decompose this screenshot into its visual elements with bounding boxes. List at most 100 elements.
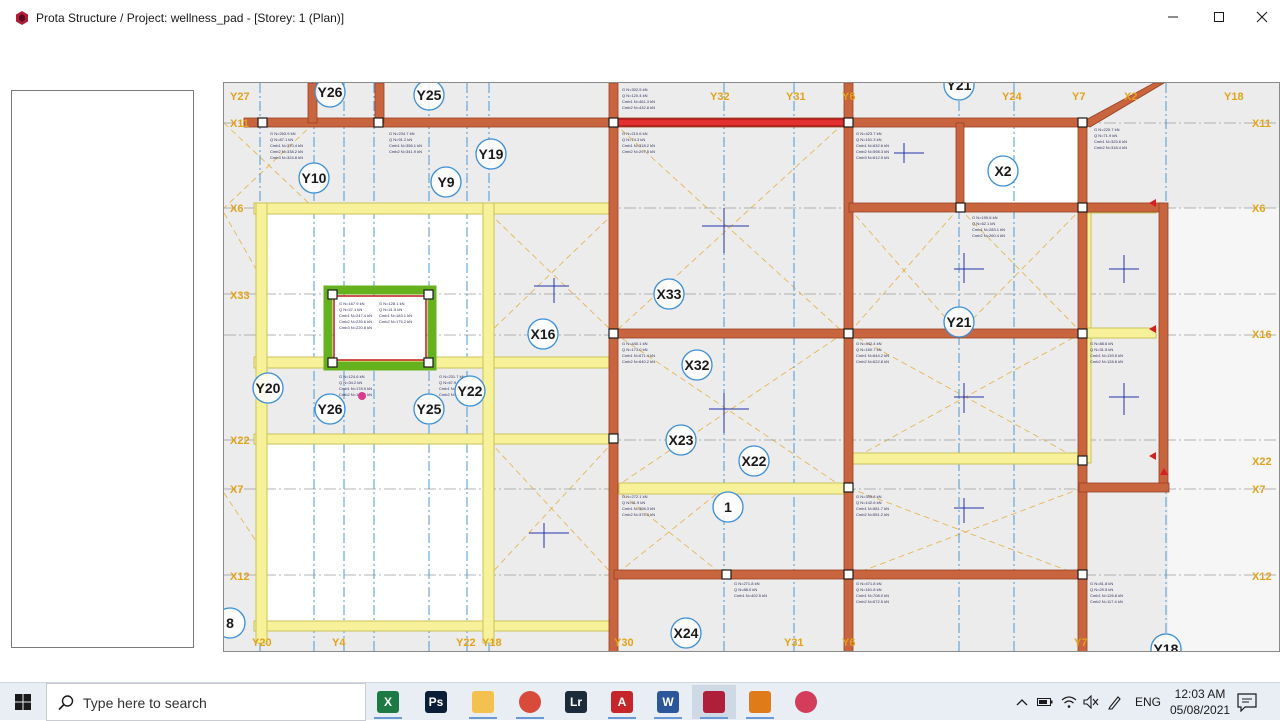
grid-label-left: X22: [230, 435, 250, 447]
taskbar-app-file-explorer[interactable]: [461, 685, 505, 719]
column-marker-label: Y22: [458, 383, 483, 399]
taskbar-app-photoshop[interactable]: Ps: [414, 685, 458, 719]
taskbar-app-hexagon-app[interactable]: [738, 685, 782, 719]
grid-label-right: X22: [1252, 456, 1272, 468]
svg-text:Cmb2 N=640.2 kN: Cmb2 N=640.2 kN: [622, 359, 655, 364]
column-marker[interactable]: X16: [527, 318, 559, 350]
svg-text:G N=81.8 kN: G N=81.8 kN: [1090, 581, 1113, 586]
grid-label-top: Y7: [1072, 91, 1085, 103]
word-icon: W: [657, 691, 679, 713]
svg-text:Cmb2 N=672.5 kN: Cmb2 N=672.5 kN: [856, 599, 889, 604]
svg-text:Cmb1 N=247.4 kN: Cmb1 N=247.4 kN: [339, 313, 372, 318]
column-marker[interactable]: Y20: [252, 372, 284, 404]
svg-text:Cmb2 N=432.8 kN: Cmb2 N=432.8 kN: [622, 105, 655, 110]
tray-overflow-button[interactable]: [1012, 683, 1032, 721]
column-marker[interactable]: Y19: [475, 138, 507, 170]
svg-text:Cmb1 N=461.3 kN: Cmb1 N=461.3 kN: [622, 99, 655, 104]
language-indicator[interactable]: ENG: [1134, 683, 1162, 721]
column-marker[interactable]: Y21: [943, 306, 975, 338]
svg-text:Cmb1 N=126.8 kN: Cmb1 N=126.8 kN: [1090, 593, 1123, 598]
svg-text:Cmb2 N=260.4 kN: Cmb2 N=260.4 kN: [972, 233, 1005, 238]
start-button[interactable]: [0, 683, 46, 721]
taskbar-app-word[interactable]: W: [646, 685, 690, 719]
battery-button[interactable]: [1034, 683, 1056, 721]
grid-label-top: Y31: [786, 91, 806, 103]
running-indicator: [700, 717, 728, 719]
column-marker[interactable]: Y10: [298, 162, 330, 194]
svg-text:G N=263.9 kN: G N=263.9 kN: [270, 131, 296, 136]
svg-text:Q N=29.5 kN: Q N=29.5 kN: [1090, 587, 1113, 592]
side-panel[interactable]: [11, 90, 194, 648]
column-marker-label: Y9: [437, 174, 454, 190]
column-marker[interactable]: Y25: [413, 83, 445, 111]
svg-text:Q N=87.1 kN: Q N=87.1 kN: [270, 137, 293, 142]
notification-icon[interactable]: [1236, 692, 1258, 712]
taskbar-app-image-app[interactable]: [784, 685, 828, 719]
structural-plan-drawing[interactable]: G N=263.9 kNQ N=87.1 kNCmb1 N=370.4 kNCm…: [224, 83, 1280, 652]
svg-text:Q N=47.1 kN: Q N=47.1 kN: [339, 307, 362, 312]
svg-text:G N=210.6 kN: G N=210.6 kN: [622, 131, 648, 136]
search-box[interactable]: Type here to search: [46, 683, 366, 721]
maximize-button[interactable]: [1196, 0, 1242, 34]
column-marker[interactable]: X24: [670, 617, 702, 649]
prota-structure-icon: [16, 11, 28, 25]
column-marker[interactable]: X2: [987, 155, 1019, 187]
column-marker[interactable]: Y26: [314, 83, 346, 108]
running-indicator: [746, 717, 774, 719]
svg-text:Cmb1 N=325.6 kN: Cmb1 N=325.6 kN: [1094, 139, 1127, 144]
grid-label-top: Y18: [1224, 91, 1244, 103]
grid-label-right: X16: [1252, 329, 1272, 341]
svg-text:G N=272.1 kN: G N=272.1 kN: [622, 494, 648, 499]
title-bar[interactable]: Prota Structure / Project: wellness_pad …: [0, 0, 1280, 36]
taskbar-app-lightroom[interactable]: Lr: [554, 685, 598, 719]
column-marker[interactable]: Y9: [430, 166, 462, 198]
volume-button[interactable]: [1080, 683, 1102, 721]
svg-text:Q N=91.2 kN: Q N=91.2 kN: [389, 137, 412, 142]
svg-text:Q N=62.1 kN: Q N=62.1 kN: [972, 221, 995, 226]
windows-icon: [15, 694, 31, 710]
column-marker-label: Y19: [479, 146, 504, 162]
grid-label-top: Y6: [842, 91, 855, 103]
svg-text:G N=234.7 kN: G N=234.7 kN: [389, 131, 415, 136]
svg-text:G N=395.8 kN: G N=395.8 kN: [856, 494, 882, 499]
column-marker[interactable]: X23: [665, 424, 697, 456]
svg-text:Q N=151.3 kN: Q N=151.3 kN: [856, 137, 882, 142]
taskbar-app-chrome[interactable]: [508, 685, 552, 719]
clock-time: 12:03 AM: [1174, 687, 1226, 701]
column-marker[interactable]: X33: [653, 278, 685, 310]
minimize-button[interactable]: [1150, 0, 1196, 34]
grid-label-top: Y27: [230, 91, 250, 103]
plan-canvas[interactable]: G N=263.9 kN Q N=87.1 kN Cmb1 N=370.4 kN Cm…: [223, 82, 1280, 652]
svg-text:Cmb1 N=632.6 kN: Cmb1 N=632.6 kN: [856, 143, 889, 148]
svg-text:Q N=41.5 kN: Q N=41.5 kN: [379, 307, 402, 312]
lightroom-icon: Lr: [565, 691, 587, 713]
column-marker[interactable]: 1: [712, 491, 744, 523]
column-marker[interactable]: X32: [681, 349, 713, 381]
svg-text:G N=423.7 kN: G N=423.7 kN: [856, 131, 882, 136]
taskbar-app-autocad[interactable]: A: [600, 685, 644, 719]
prota-structure-window: Prota Structure / Project: wellness_pad …: [0, 0, 1280, 682]
column-marker[interactable]: Y25: [413, 393, 445, 425]
column-marker[interactable]: X22: [738, 445, 770, 477]
svg-text:Cmb1 N=644.2 kN: Cmb1 N=644.2 kN: [856, 353, 889, 358]
close-button[interactable]: [1239, 0, 1280, 34]
clock[interactable]: 12:03 AM 05/08/2021: [1170, 686, 1230, 718]
column-marker-label: Y25: [417, 87, 442, 103]
taskbar-app-prota-structure[interactable]: [692, 685, 736, 719]
taskbar-app-excel[interactable]: X: [366, 685, 410, 719]
column-marker-label: 1: [724, 499, 732, 515]
search-placeholder: Type here to search: [83, 695, 207, 711]
column-marker[interactable]: Y26: [314, 393, 346, 425]
pen-button[interactable]: [1104, 683, 1126, 721]
svg-text:Q N=34.2 kN: Q N=34.2 kN: [339, 380, 362, 385]
grid-label-right: X11: [1252, 118, 1271, 130]
grid-label-left: X7: [230, 484, 243, 496]
grid-label-top: Y24: [1002, 91, 1022, 103]
svg-text:Cmb1 N=178.9 kN: Cmb1 N=178.9 kN: [339, 386, 372, 391]
network-button[interactable]: [1058, 683, 1080, 721]
column-marker[interactable]: Y22: [454, 375, 486, 407]
svg-text:Cmb1 N=183.1 kN: Cmb1 N=183.1 kN: [379, 313, 412, 318]
svg-text:G N=88.6 kN: G N=88.6 kN: [1090, 341, 1113, 346]
svg-text:Cmb2 N=551.2 kN: Cmb2 N=551.2 kN: [856, 512, 889, 517]
column-marker-label: Y21: [947, 83, 972, 93]
